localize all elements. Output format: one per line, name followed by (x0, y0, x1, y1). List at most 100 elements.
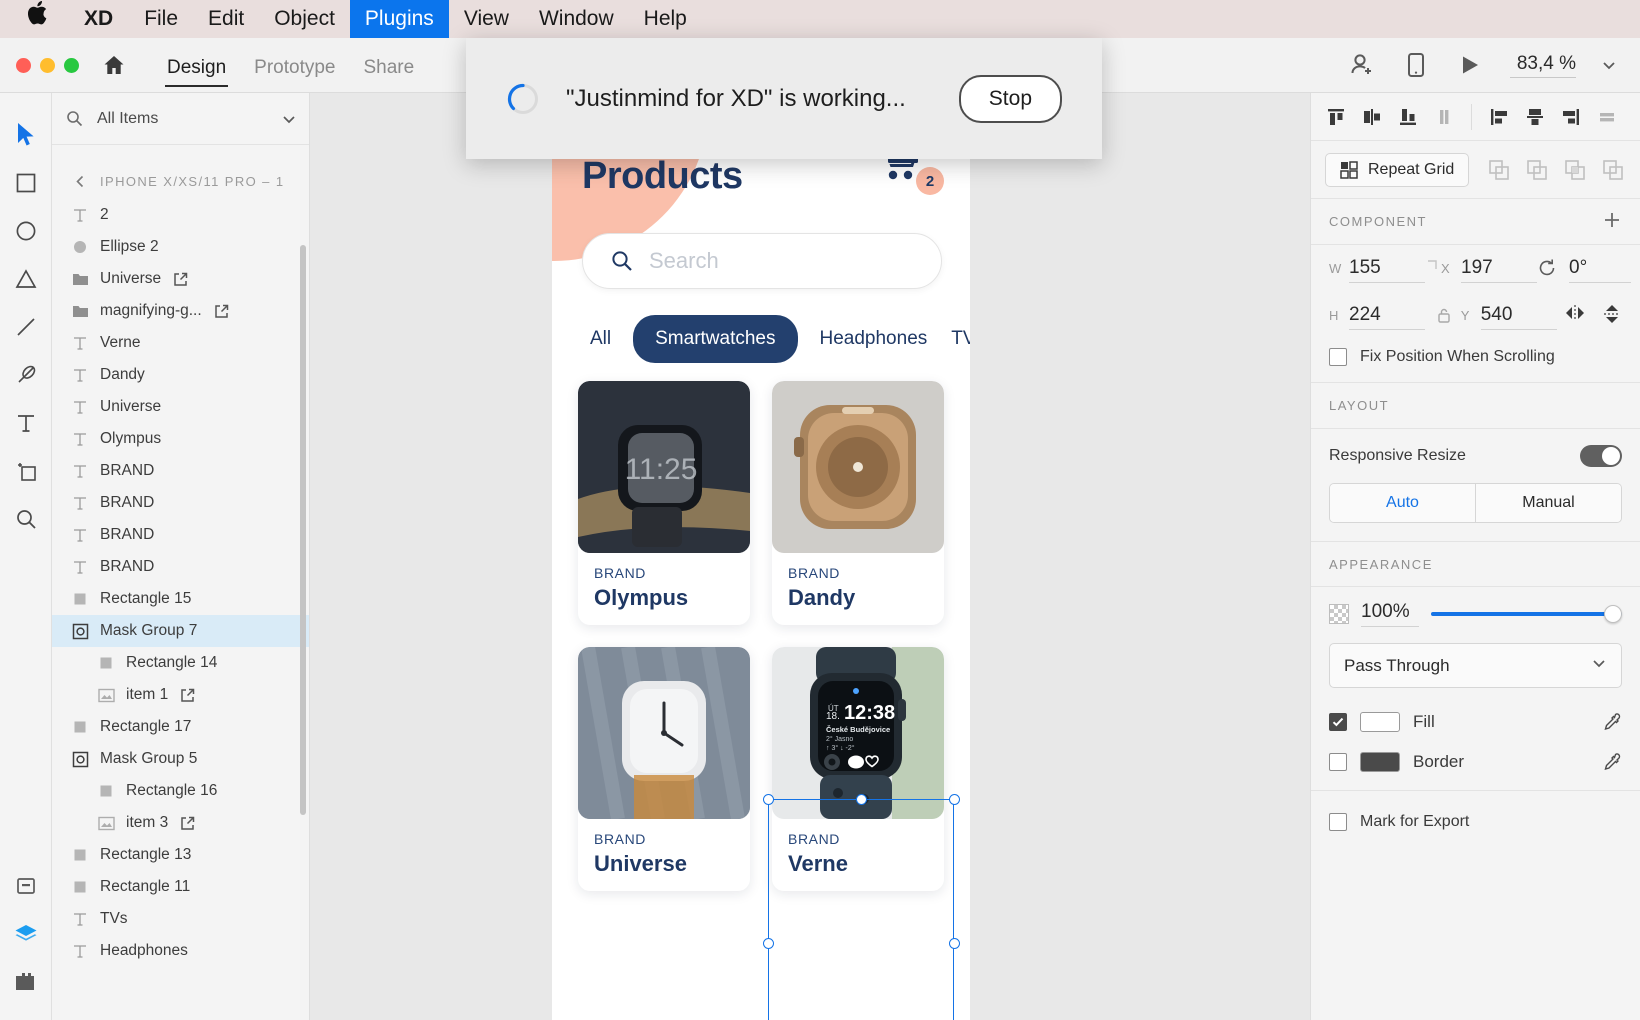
assets-panel-tool[interactable] (0, 862, 52, 910)
border-checkbox[interactable] (1329, 753, 1347, 771)
menu-object[interactable]: Object (259, 0, 350, 38)
zoom-level-value[interactable]: 83,4 % (1510, 53, 1576, 78)
selection-handle-top-center[interactable] (856, 794, 867, 805)
slider-knob[interactable] (1604, 605, 1622, 623)
border-color-swatch[interactable] (1360, 752, 1400, 772)
artboard-iphone-x[interactable]: 2 Products Search All Smartwatches Headp… (552, 93, 970, 1020)
blend-mode-select[interactable]: Pass Through (1329, 643, 1622, 688)
opacity-value[interactable]: 100% (1361, 601, 1419, 627)
mode-tabs[interactable]: Design Prototype Share (153, 38, 428, 93)
list-item[interactable]: TVs (52, 903, 309, 935)
list-item[interactable]: Rectangle 13 (52, 839, 309, 871)
chevron-down-icon[interactable] (281, 111, 297, 127)
plugins-panel-tool[interactable] (0, 958, 52, 1006)
list-item[interactable]: Headphones (52, 935, 309, 967)
selection-handle-top-right[interactable] (949, 794, 960, 805)
distribute-horizontal-icon[interactable] (1594, 104, 1620, 130)
ellipse-tool[interactable] (0, 207, 52, 255)
menu-xd[interactable]: XD (68, 0, 129, 38)
chevron-left-icon[interactable] (70, 171, 90, 191)
plus-icon[interactable] (1602, 210, 1622, 233)
border-row[interactable]: Border (1311, 742, 1640, 791)
resize-mode-auto[interactable]: Auto (1330, 484, 1475, 522)
list-item[interactable]: item 1 (52, 679, 309, 711)
list-item[interactable]: Rectangle 16 (52, 775, 309, 807)
list-item[interactable]: Rectangle 17 (52, 711, 309, 743)
menu-view[interactable]: View (449, 0, 524, 38)
tab-prototype[interactable]: Prototype (240, 57, 349, 93)
flip-horizontal-icon[interactable] (1564, 303, 1586, 330)
opacity-slider[interactable] (1431, 605, 1622, 623)
menu-file[interactable]: File (129, 0, 193, 38)
window-controls[interactable] (16, 57, 79, 73)
pen-tool[interactable] (0, 351, 52, 399)
maximize-window-button[interactable] (64, 57, 79, 73)
eyedropper-icon[interactable] (1602, 752, 1622, 772)
list-item[interactable]: Dandy (52, 359, 309, 391)
menu-window[interactable]: Window (524, 0, 629, 38)
external-link-icon[interactable] (180, 816, 195, 831)
product-card[interactable]: BRAND Dandy (772, 381, 944, 625)
list-item[interactable]: BRAND (52, 551, 309, 583)
list-item[interactable]: Universe (52, 391, 309, 423)
external-link-icon[interactable] (180, 688, 195, 703)
layers-panel-tool[interactable] (0, 910, 52, 958)
zoom-tool[interactable] (0, 495, 52, 543)
fill-color-swatch[interactable] (1360, 712, 1400, 732)
list-item[interactable]: Verne (52, 327, 309, 359)
list-item[interactable]: BRAND (52, 487, 309, 519)
list-item[interactable]: Ellipse 2 (52, 231, 309, 263)
list-item[interactable]: BRAND (52, 519, 309, 551)
boolean-intersect-icon[interactable] (1562, 157, 1588, 183)
line-tool[interactable] (0, 303, 52, 351)
minimize-window-button[interactable] (40, 57, 55, 73)
text-tool[interactable] (0, 399, 52, 447)
fill-row[interactable]: Fill (1311, 702, 1640, 742)
stop-button[interactable]: Stop (958, 74, 1062, 123)
list-item[interactable]: Rectangle 15 (52, 583, 309, 615)
menu-help[interactable]: Help (629, 0, 702, 38)
list-item[interactable]: Rectangle 11 (52, 871, 309, 903)
height-field[interactable]: H 224 (1329, 304, 1428, 330)
list-item[interactable]: Olympus (52, 423, 309, 455)
align-vertical-center-icon[interactable] (1359, 104, 1385, 130)
width-field[interactable]: W 155 (1329, 257, 1425, 283)
play-preview-icon[interactable] (1456, 51, 1484, 79)
boolean-subtract-icon[interactable] (1524, 157, 1550, 183)
lock-aspect-column[interactable] (1428, 306, 1460, 328)
list-item[interactable]: Rectangle 14 (52, 647, 309, 679)
rotation-field[interactable]: 0° (1537, 257, 1631, 283)
resize-mode-manual[interactable]: Manual (1475, 484, 1621, 522)
polygon-tool[interactable] (0, 255, 52, 303)
width-value[interactable]: 155 (1349, 257, 1425, 283)
selection-handle-mid-left[interactable] (763, 938, 774, 949)
rotation-value[interactable]: 0° (1569, 257, 1631, 283)
external-link-icon[interactable] (173, 272, 188, 287)
list-item[interactable]: Universe (52, 263, 309, 295)
rotate-icon[interactable] (1537, 258, 1557, 283)
artboard-tool[interactable] (0, 447, 52, 495)
y-field[interactable]: Y 540 (1461, 304, 1560, 330)
list-item[interactable]: 2 (52, 199, 309, 231)
resize-mode-segmented[interactable]: Auto Manual (1329, 483, 1622, 523)
align-left-icon[interactable] (1486, 104, 1512, 130)
x-field[interactable]: X 197 (1441, 257, 1537, 283)
fix-position-checkbox[interactable] (1329, 348, 1347, 366)
close-window-button[interactable] (16, 57, 31, 73)
responsive-resize-toggle[interactable] (1580, 445, 1622, 467)
product-card[interactable]: 11:25 BRAND Olympus (578, 381, 750, 625)
layers-scrollbar[interactable] (300, 245, 306, 815)
home-icon[interactable] (101, 52, 127, 78)
product-card-selected[interactable]: ÚT 18. 12:38 České Budějovice 2° Jasno ↑… (772, 647, 944, 891)
layer-search-row[interactable]: All Items (52, 93, 309, 145)
design-canvas[interactable]: 2 Products Search All Smartwatches Headp… (310, 93, 1310, 1020)
y-value[interactable]: 540 (1480, 304, 1557, 330)
tab-share[interactable]: Share (349, 57, 428, 93)
align-bottom-icon[interactable] (1395, 104, 1421, 130)
invite-user-icon[interactable] (1348, 51, 1376, 79)
fix-position-row[interactable]: Fix Position When Scrolling (1311, 332, 1640, 383)
fill-checkbox[interactable] (1329, 713, 1347, 731)
selection-handle-top-left[interactable] (763, 794, 774, 805)
list-item[interactable]: BRAND (52, 455, 309, 487)
apple-logo-icon[interactable] (0, 0, 68, 38)
